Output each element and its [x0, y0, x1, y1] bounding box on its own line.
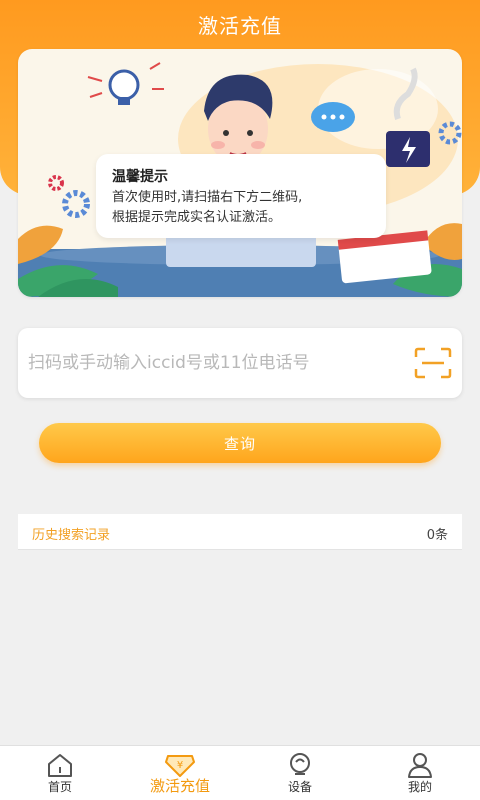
- page-title: 激活充值: [198, 14, 282, 38]
- tab-activate-recharge[interactable]: ¥ 激活充值: [120, 746, 240, 800]
- tab-profile-label: 我的: [407, 780, 432, 794]
- search-input[interactable]: [28, 328, 408, 398]
- query-button[interactable]: 查询: [39, 423, 441, 463]
- tab-profile[interactable]: 我的: [360, 746, 480, 800]
- user-icon: [408, 753, 432, 778]
- tab-home-label: 首页: [47, 780, 72, 794]
- history-panel: 历史搜索记录 0条: [18, 514, 462, 550]
- history-title: 历史搜索记录: [32, 528, 111, 543]
- bottom-tabbar: 首页 ¥ 激活充值 设备 我的: [0, 745, 480, 800]
- tip-title: 温馨提示: [112, 169, 168, 185]
- tab-device-label: 设备: [287, 780, 312, 794]
- search-box: [18, 328, 462, 398]
- tab-home[interactable]: 首页: [0, 746, 120, 800]
- tip-card: 温馨提示 首次使用时,请扫描右下方二维码, 根据提示完成实名认证激活。: [96, 154, 386, 238]
- home-icon: [48, 754, 72, 777]
- scan-icon[interactable]: [414, 347, 452, 379]
- svg-text:¥: ¥: [177, 760, 183, 771]
- tip-line-1: 首次使用时,请扫描右下方二维码,: [112, 190, 303, 205]
- device-icon: [290, 753, 310, 775]
- tip-line-2: 根据提示完成实名认证激活。: [112, 210, 282, 225]
- tab-activate-recharge-label: 激活充值: [149, 777, 210, 795]
- history-count: 0条: [426, 528, 448, 543]
- tab-device[interactable]: 设备: [240, 746, 360, 800]
